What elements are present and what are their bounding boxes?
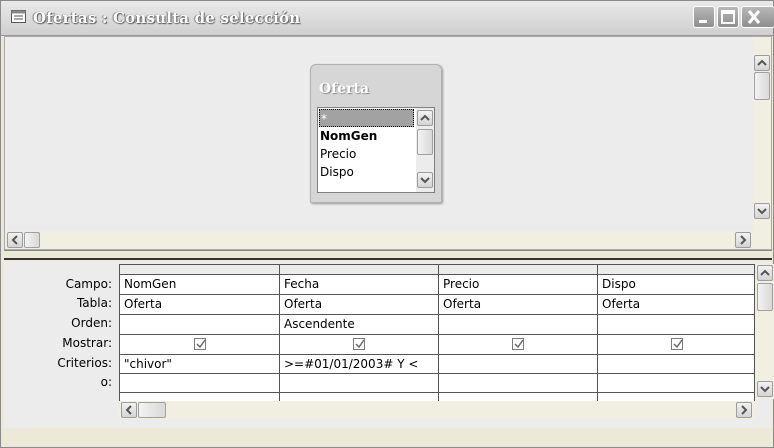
grid-scroll-up-button[interactable] <box>757 265 773 281</box>
grid-vertical-scrollbar[interactable] <box>756 264 774 399</box>
grid-cell-orden-2[interactable]: Ascendente <box>280 315 438 334</box>
grid-scroll-right-button[interactable] <box>736 402 752 418</box>
grid-cell-tabla-2[interactable]: Oferta <box>280 295 438 314</box>
chevron-up-icon <box>420 114 430 121</box>
grid-cell-criterios-1[interactable]: "chivor" <box>120 355 278 374</box>
grid-horizontal-scrollbar[interactable] <box>119 401 755 419</box>
row-label-o: o: <box>100 375 112 389</box>
table-pane-horizontal-scrollbar[interactable] <box>5 231 753 249</box>
row-label-tabla: Tabla: <box>76 296 112 310</box>
show-checkbox-4[interactable] <box>671 338 683 350</box>
field-list-box[interactable]: * NomGen Precio Dispo <box>317 107 435 193</box>
grid-cell-o-4[interactable] <box>598 374 754 393</box>
vertical-scroll-thumb[interactable] <box>754 72 770 100</box>
chevron-down-icon <box>420 177 430 184</box>
grid-cell-tabla-1[interactable]: Oferta <box>120 295 278 314</box>
horizontal-scroll-thumb[interactable] <box>24 232 40 248</box>
scroll-up-button[interactable] <box>754 55 770 71</box>
field-item-dispo[interactable]: Dispo <box>320 163 354 181</box>
chevron-down-icon <box>757 208 767 215</box>
field-item-precio[interactable]: Precio <box>320 145 356 163</box>
chevron-left-icon <box>125 405 132 415</box>
grid-cell-criterios-3[interactable] <box>439 355 597 374</box>
close-button[interactable] <box>741 6 774 28</box>
maximize-icon <box>721 10 735 24</box>
show-checkbox-3[interactable] <box>512 338 524 350</box>
window-title: Ofertas : Consulta de selección <box>33 9 301 27</box>
query-window-icon[interactable] <box>11 10 27 24</box>
checkmark-icon <box>514 339 524 349</box>
show-checkbox-1[interactable] <box>194 338 206 350</box>
field-item-all[interactable]: * <box>319 109 414 127</box>
maximize-button[interactable] <box>717 6 739 28</box>
grid-cell-orden-4[interactable] <box>598 315 754 334</box>
grid-cell-tabla-4[interactable]: Oferta <box>598 295 754 314</box>
grid-cell-orden-1[interactable] <box>120 315 278 334</box>
scroll-left-button[interactable] <box>7 232 23 248</box>
row-label-mostrar: Mostrar: <box>62 336 112 350</box>
grid-cell-campo-1[interactable]: NomGen <box>120 275 278 294</box>
chevron-down-icon <box>760 386 770 393</box>
scroll-right-button[interactable] <box>735 232 751 248</box>
chevron-up-icon <box>760 269 770 276</box>
grid-vertical-scroll-thumb[interactable] <box>757 283 773 311</box>
chevron-right-icon <box>741 405 748 415</box>
checkmark-icon <box>196 339 206 349</box>
pane-splitter[interactable] <box>4 250 772 260</box>
show-checkbox-2[interactable] <box>353 338 365 350</box>
grid-cell-o-2[interactable] <box>280 374 438 393</box>
grid-cell-tabla-3[interactable]: Oferta <box>439 295 597 314</box>
grid-cell-criterios-4[interactable] <box>598 355 754 374</box>
grid-scroll-left-button[interactable] <box>121 402 137 418</box>
chevron-left-icon <box>11 235 18 245</box>
design-grid-pane[interactable]: Campo: Tabla: Orden: Mostrar: Criterios:… <box>4 262 774 428</box>
row-label-criterios: Criterios: <box>57 356 112 370</box>
grid-horizontal-scroll-thumb[interactable] <box>138 402 166 418</box>
field-list-title[interactable]: Oferta <box>319 81 369 97</box>
minimize-icon <box>699 20 707 23</box>
field-item-nomgen[interactable]: NomGen <box>320 127 377 145</box>
grid-cell-o-1[interactable] <box>120 374 278 393</box>
row-label-orden: Orden: <box>71 316 112 330</box>
query-window: Ofertas : Consulta de selección Oferta *… <box>0 0 774 448</box>
scroll-down-button[interactable] <box>754 203 770 219</box>
chevron-up-icon <box>757 59 767 66</box>
grid-cell-o-3[interactable] <box>439 374 597 393</box>
minimize-button[interactable] <box>693 6 715 28</box>
chevron-right-icon <box>740 235 747 245</box>
close-icon <box>747 10 761 24</box>
checkmark-icon <box>355 339 365 349</box>
checkmark-icon <box>673 339 683 349</box>
field-list-oferta[interactable]: Oferta * NomGen Precio Dispo <box>310 64 442 203</box>
grid-cell-campo-2[interactable]: Fecha <box>280 275 438 294</box>
field-list-scroll-up[interactable] <box>417 110 433 126</box>
grid-cell-criterios-2[interactable]: >=#01/01/2003# Y < <box>280 355 438 374</box>
field-list-scroll-down[interactable] <box>417 172 433 188</box>
grid-cell-campo-3[interactable]: Precio <box>439 275 597 294</box>
field-list-scrollbar[interactable] <box>416 108 434 192</box>
title-bar[interactable]: Ofertas : Consulta de selección <box>1 1 774 36</box>
row-label-campo: Campo: <box>65 277 112 291</box>
grid-cell-orden-3[interactable] <box>439 315 597 334</box>
table-pane-vertical-scrollbar[interactable] <box>753 37 771 249</box>
design-grid[interactable]: NomGen Fecha Precio Dispo Oferta Oferta … <box>119 264 755 402</box>
grid-scroll-down-button[interactable] <box>757 381 773 397</box>
grid-cell-campo-4[interactable]: Dispo <box>598 275 754 294</box>
field-list-scroll-thumb[interactable] <box>417 129 433 155</box>
